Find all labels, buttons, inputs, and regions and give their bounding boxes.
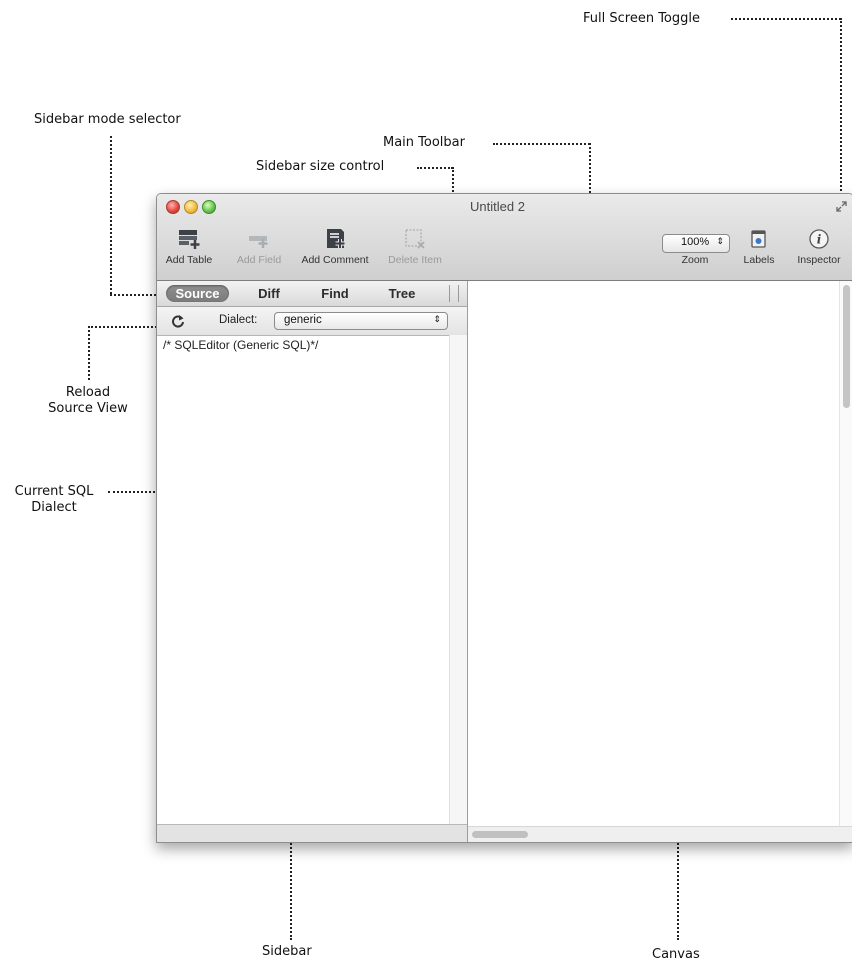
callout-sidebar-size-control: Sidebar size control [256,159,385,174]
mode-tab-source[interactable]: Source [166,285,229,302]
zoom-label-item: Zoom [672,250,718,266]
inspector-label: Inspector [797,254,841,266]
labels-button[interactable]: Labels [741,228,777,266]
add-table-label: Add Table [165,254,213,266]
mode-tab-tree[interactable]: Tree [377,285,427,302]
zoom-value: 100% [681,236,710,248]
add-field-label: Add Field [236,254,282,266]
callout-dialect-line2: Dialect [31,500,77,515]
canvas-horizontal-scroll-thumb[interactable] [472,831,528,838]
callout-reload-line2: Source View [48,401,128,416]
add-field-button[interactable]: Add Field [231,228,287,266]
inspector-button[interactable]: i Inspector [791,228,847,266]
leader-size-control-h [417,167,453,169]
callout-canvas: Canvas [652,947,700,962]
add-table-icon [179,230,200,249]
callout-dialect-line1: Current SQL [14,484,94,499]
leader-full-screen-v [840,18,842,198]
add-field-icon [249,236,268,248]
labels-icon [751,230,766,248]
callout-full-screen-toggle: Full Screen Toggle [583,11,700,26]
callout-current-sql-dialect: Current SQL Dialect [4,484,104,516]
full-screen-icon[interactable] [836,201,847,212]
leader-main-toolbar-h [493,143,590,145]
add-comment-icon [327,229,345,248]
sidebar-bottom-bar [157,824,467,842]
chevron-updown-icon: ⇕ [433,314,441,324]
title-bar-toolbar: Untitled 2 Add Table Add Field Add Comme… [157,194,852,281]
callout-sidebar-mode-selector: Sidebar mode selector [34,112,181,127]
callout-main-toolbar: Main Toolbar [383,135,465,150]
labels-label: Labels [743,254,775,266]
source-editor-text[interactable]: /* SQLEditor (Generic SQL)*/ [163,338,318,352]
mode-tab-diff[interactable]: Diff [247,285,291,302]
canvas[interactable] [468,281,852,842]
delete-item-button[interactable]: Delete Item [383,228,447,266]
sidebar-mode-selector: Source Diff Find Tree [157,281,467,307]
svg-text:i: i [817,233,822,247]
sidebar: Source Diff Find Tree Dialect: generic ⇕… [157,281,468,842]
add-comment-label: Add Comment [301,254,369,266]
callout-sidebar: Sidebar [262,944,312,959]
close-button[interactable] [166,200,180,214]
sidebar-size-handle[interactable] [449,285,459,302]
leader-mode-selector-v [110,136,112,294]
add-table-button[interactable]: Add Table [165,228,213,266]
delete-item-icon [405,229,425,249]
window-title: Untitled 2 [470,199,525,214]
chevron-updown-icon: ⇕ [716,236,724,246]
callout-reload-source-view: Reload Source View [34,385,142,417]
reload-icon[interactable] [171,314,185,328]
info-icon: i [809,229,829,249]
leader-mode-selector-h [110,294,156,296]
minimize-button[interactable] [184,200,198,214]
dialect-value: generic [284,314,322,326]
sidebar-scrollbar[interactable] [449,335,467,824]
callout-reload-line1: Reload [65,385,111,400]
canvas-horizontal-scrollbar[interactable] [468,826,852,842]
app-window: Untitled 2 Add Table Add Field Add Comme… [156,193,852,843]
canvas-vertical-scroll-thumb[interactable] [843,285,850,408]
leader-full-screen-h [731,18,841,20]
add-comment-button[interactable]: Add Comment [295,228,375,266]
leader-reload-v [88,326,90,380]
dialect-select[interactable]: generic ⇕ [274,312,448,330]
zoom-label: Zoom [681,254,709,266]
delete-item-label: Delete Item [388,254,442,266]
dialect-row: Dialect: generic ⇕ [157,307,467,336]
mode-tab-find[interactable]: Find [308,285,362,302]
canvas-vertical-scrollbar[interactable] [839,281,852,826]
dialect-label: Dialect: [219,314,258,326]
zoom-window-button[interactable] [202,200,216,214]
